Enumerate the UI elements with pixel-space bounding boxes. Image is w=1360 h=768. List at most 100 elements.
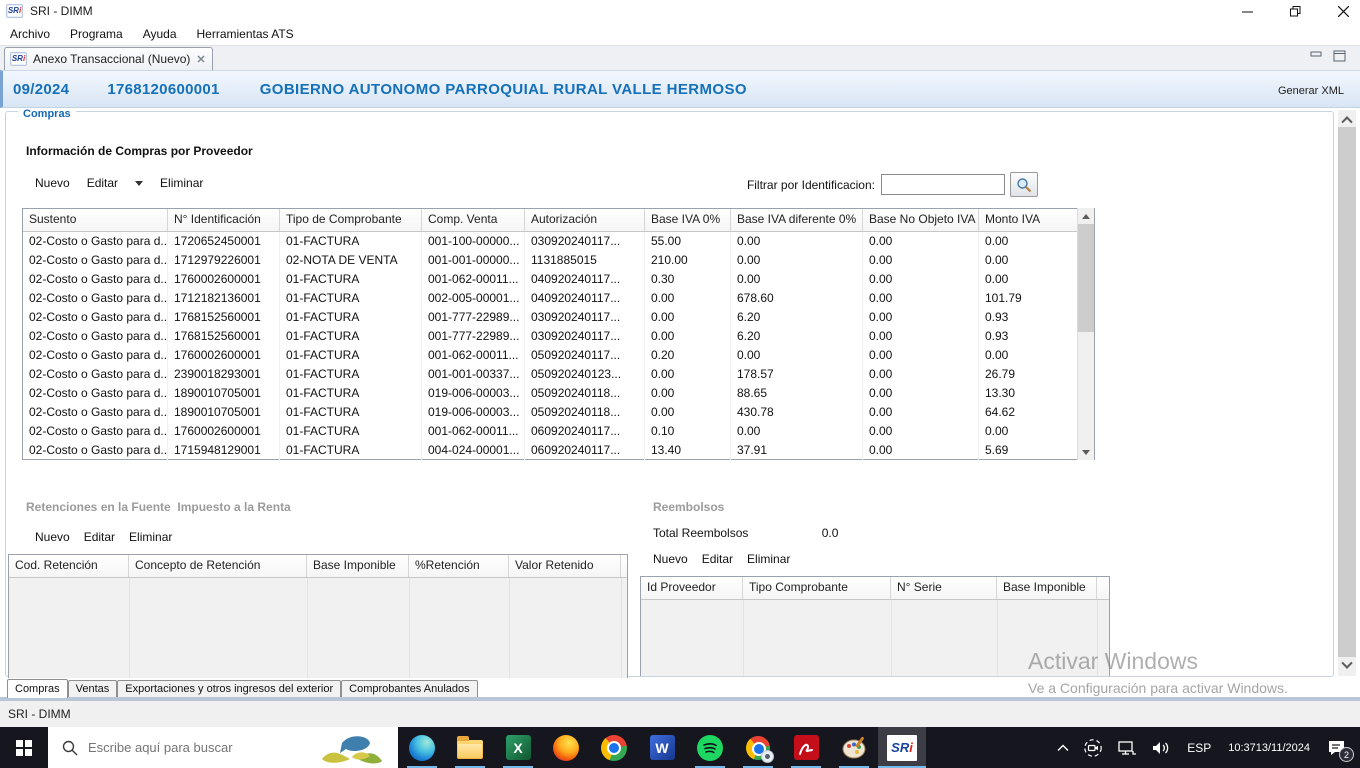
- file-explorer-icon: [457, 735, 483, 759]
- column-header[interactable]: Id Proveedor: [641, 577, 743, 599]
- compras-eliminar-button[interactable]: Eliminar: [160, 176, 203, 190]
- page-scroll-up-icon[interactable]: [1338, 110, 1356, 127]
- table-row[interactable]: 02-Costo o Gasto para d... 1890010705001 0…: [23, 384, 1079, 403]
- table-cell: 5.69: [979, 441, 1079, 460]
- menu-herramientas-ats[interactable]: Herramientas ATS: [187, 24, 304, 44]
- taskbar-sri-dimm[interactable]: SRi: [878, 727, 926, 768]
- column-header[interactable]: Valor Retenido: [509, 555, 621, 577]
- notification-center[interactable]: 2: [1318, 727, 1360, 768]
- table-row[interactable]: 02-Costo o Gasto para d... 1712979226001 0…: [23, 251, 1079, 270]
- table-cell: 01-FACTURA: [280, 308, 422, 327]
- page-scrollbar-thumb[interactable]: [1338, 127, 1356, 657]
- column-header[interactable]: Tipo de Comprobante: [280, 209, 422, 231]
- compras-editar-button[interactable]: Editar: [87, 176, 118, 190]
- table-cell: 0.00: [731, 251, 863, 270]
- taskbar-chrome-app[interactable]: [734, 727, 782, 768]
- table-cell: 13.40: [645, 441, 731, 460]
- menu-programa[interactable]: Programa: [60, 24, 133, 44]
- view-minimize-button[interactable]: [1310, 50, 1323, 62]
- table-row[interactable]: 02-Costo o Gasto para d... 1890010705001 0…: [23, 403, 1079, 422]
- table-cell: 0.00: [863, 270, 979, 289]
- column-header[interactable]: Base IVA 0%: [645, 209, 731, 231]
- column-header[interactable]: N° Identificación: [168, 209, 280, 231]
- tray-chevron-up[interactable]: [1050, 727, 1076, 768]
- tab-exportaciones[interactable]: Exportaciones y otros ingresos del exter…: [117, 680, 342, 698]
- table-row[interactable]: 02-Costo o Gasto para d... 1768152560001 0…: [23, 308, 1079, 327]
- taskbar-search[interactable]: [48, 727, 398, 768]
- page-scrollbar[interactable]: [1338, 110, 1356, 676]
- language-indicator[interactable]: ESP: [1178, 727, 1220, 768]
- taskbar-paint[interactable]: [830, 727, 878, 768]
- reembolsos-eliminar-button[interactable]: Eliminar: [747, 552, 790, 566]
- clock-date: 13/11/2024: [1255, 741, 1310, 754]
- tray-meet-now[interactable]: [1076, 727, 1110, 768]
- table-row[interactable]: 02-Costo o Gasto para d... 1760002600001 0…: [23, 270, 1079, 289]
- menu-ayuda[interactable]: Ayuda: [133, 24, 187, 44]
- column-header[interactable]: %Retención: [409, 555, 509, 577]
- page-scroll-down-icon[interactable]: [1338, 657, 1356, 674]
- column-header[interactable]: Concepto de Retención: [129, 555, 307, 577]
- compras-table-scrollbar[interactable]: [1077, 208, 1094, 460]
- taskbar-file-explorer[interactable]: [446, 727, 494, 768]
- scroll-down-icon[interactable]: [1078, 444, 1094, 460]
- retenciones-nuevo-button[interactable]: Nuevo: [35, 530, 70, 544]
- table-row[interactable]: 02-Costo o Gasto para d... 2390018293001 0…: [23, 365, 1079, 384]
- table-cell: 1890010705001: [168, 403, 280, 422]
- tab-comprobantes-anulados[interactable]: Comprobantes Anulados: [341, 680, 478, 698]
- filter-search-button[interactable]: [1010, 172, 1038, 197]
- tab-compras[interactable]: Compras: [7, 679, 68, 698]
- table-row[interactable]: 02-Costo o Gasto para d... 1712182136001 0…: [23, 289, 1079, 308]
- taskbar-acrobat[interactable]: [782, 727, 830, 768]
- taskbar-firefox[interactable]: [542, 727, 590, 768]
- scroll-up-icon[interactable]: [1078, 208, 1094, 224]
- start-button[interactable]: [0, 727, 48, 768]
- column-header[interactable]: Cod. Retención: [9, 555, 129, 577]
- table-row[interactable]: 02-Costo o Gasto para d... 1715948129001 0…: [23, 441, 1079, 460]
- table-row[interactable]: 02-Costo o Gasto para d... 1760002600001 0…: [23, 346, 1079, 365]
- compras-nuevo-button[interactable]: Nuevo: [35, 176, 70, 190]
- column-header[interactable]: Tipo Comprobante: [743, 577, 891, 599]
- view-maximize-button[interactable]: [1333, 50, 1346, 62]
- column-header[interactable]: Sustento: [23, 209, 168, 231]
- declaration-header: 09/2024 1768120600001 GOBIERNO AUTONOMO …: [0, 70, 1360, 108]
- minimize-button[interactable]: [1238, 2, 1256, 20]
- table-cell: 26.79: [979, 365, 1079, 384]
- app-window: SRi SRI - DIMM Archivo Programa Ayuda He…: [0, 0, 1360, 768]
- column-header[interactable]: Autorización: [525, 209, 645, 231]
- close-button[interactable]: [1334, 2, 1352, 20]
- menu-archivo[interactable]: Archivo: [0, 24, 60, 44]
- tab-ventas[interactable]: Ventas: [67, 680, 118, 698]
- table-cell: 050920240118...: [525, 403, 645, 422]
- taskbar-edge[interactable]: [398, 727, 446, 768]
- column-header[interactable]: Comp. Venta: [422, 209, 525, 231]
- filter-identificacion-input[interactable]: [881, 174, 1005, 195]
- reembolsos-table: Id Proveedor Tipo Comprobante N° Serie Base…: [640, 576, 1110, 676]
- generar-xml-button[interactable]: Generar XML: [1278, 85, 1344, 97]
- column-header[interactable]: Monto IVA: [979, 209, 1079, 231]
- tray-network[interactable]: [1110, 727, 1144, 768]
- tab-close-icon[interactable]: ✕: [196, 53, 205, 66]
- retenciones-editar-button[interactable]: Editar: [84, 530, 115, 544]
- column-header[interactable]: Base No Objeto IVA: [863, 209, 979, 231]
- column-header[interactable]: N° Serie: [891, 577, 997, 599]
- clock[interactable]: 10:37 13/11/2024: [1220, 727, 1318, 768]
- editar-dropdown-arrow-icon[interactable]: [135, 180, 144, 186]
- restore-button[interactable]: [1286, 2, 1304, 20]
- table-row[interactable]: 02-Costo o Gasto para d... 1760002600001 0…: [23, 422, 1079, 441]
- taskbar-excel[interactable]: X: [494, 727, 542, 768]
- retenciones-eliminar-button[interactable]: Eliminar: [129, 530, 172, 544]
- column-header[interactable]: Base Imponible: [997, 577, 1097, 599]
- column-header[interactable]: Base Imponible: [307, 555, 409, 577]
- tab-anexo-transaccional[interactable]: SRi Anexo Transaccional (Nuevo) ✕: [4, 47, 213, 70]
- taskbar-spotify[interactable]: [686, 727, 734, 768]
- column-header[interactable]: Base IVA diferente 0%: [731, 209, 863, 231]
- table-row[interactable]: 02-Costo o Gasto para d... 1720652450001 0…: [23, 232, 1079, 251]
- tray-volume[interactable]: [1144, 727, 1178, 768]
- table-cell: 0.00: [863, 308, 979, 327]
- reembolsos-editar-button[interactable]: Editar: [702, 552, 733, 566]
- taskbar-word[interactable]: W: [638, 727, 686, 768]
- reembolsos-nuevo-button[interactable]: Nuevo: [653, 552, 688, 566]
- scrollbar-thumb[interactable]: [1078, 224, 1094, 332]
- taskbar-chrome[interactable]: [590, 727, 638, 768]
- table-row[interactable]: 02-Costo o Gasto para d... 1768152560001 0…: [23, 327, 1079, 346]
